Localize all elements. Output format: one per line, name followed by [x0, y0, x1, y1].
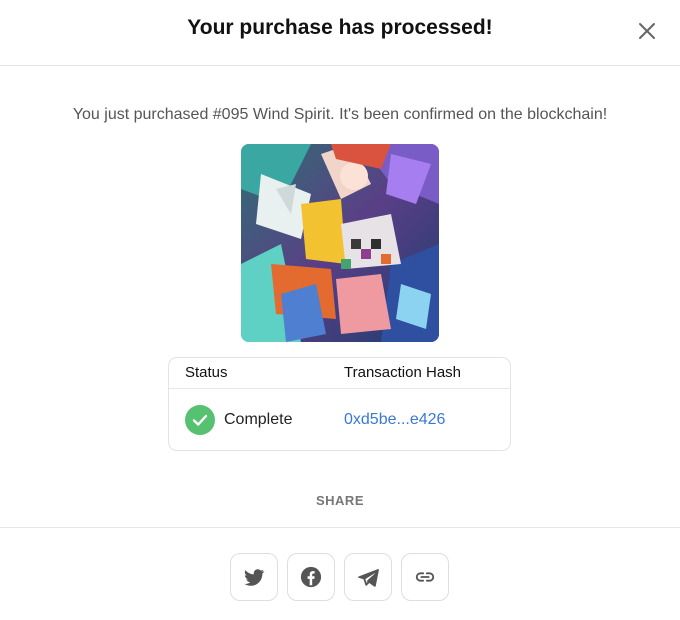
- share-telegram-button[interactable]: [344, 553, 392, 601]
- transaction-card: Status Transaction Hash Complete 0xd5be.…: [168, 357, 511, 451]
- twitter-icon: [244, 569, 265, 586]
- share-label: SHARE: [315, 493, 364, 508]
- close-icon[interactable]: [636, 20, 658, 42]
- modal-header: Your purchase has processed!: [0, 0, 680, 66]
- transaction-card-header: Status Transaction Hash: [169, 358, 510, 389]
- link-icon: [415, 572, 435, 582]
- check-icon: [185, 405, 215, 435]
- share-twitter-button[interactable]: [230, 553, 278, 601]
- share-facebook-button[interactable]: [287, 553, 335, 601]
- transaction-hash-header: Transaction Hash: [344, 364, 461, 381]
- transaction-hash-link[interactable]: 0xd5be...e426: [344, 411, 445, 429]
- divider: [0, 527, 680, 528]
- facebook-icon: [300, 566, 322, 588]
- copy-link-button[interactable]: [401, 553, 449, 601]
- telegram-icon: [358, 569, 379, 587]
- status-header: Status: [185, 364, 228, 381]
- status-value: Complete: [224, 411, 293, 428]
- modal-title: Your purchase has processed!: [187, 16, 493, 39]
- nft-artwork: [241, 144, 439, 342]
- purchase-message: You just purchased #095 Wind Spirit. It'…: [72, 106, 608, 123]
